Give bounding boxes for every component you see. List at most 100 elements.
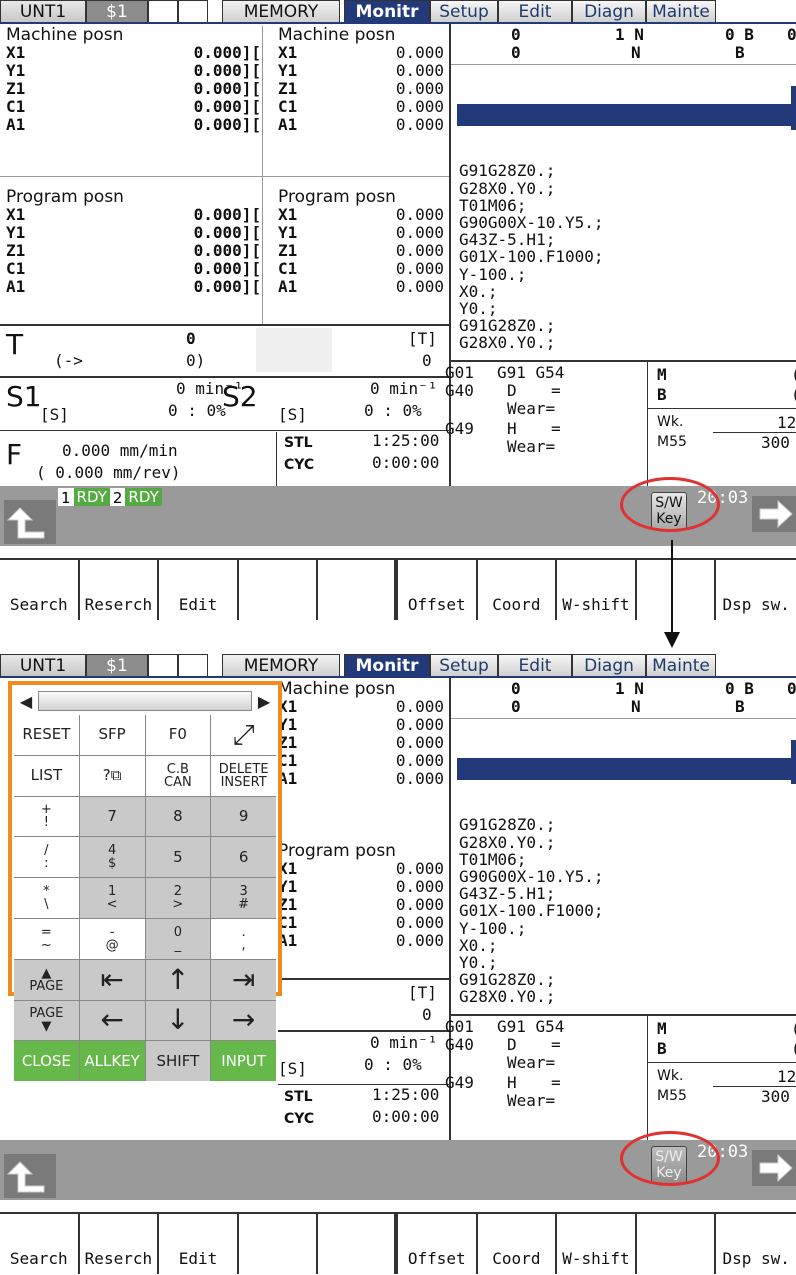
fkey-reserch[interactable]: Reserch [80, 560, 160, 620]
tab-blank-2 [178, 654, 208, 676]
tab-edit[interactable]: Edit [498, 654, 572, 676]
key---[interactable]: - @ [79, 918, 145, 959]
fkey-dsp-sw[interactable]: Dsp sw. [716, 560, 796, 620]
tab-edit[interactable]: Edit [498, 0, 572, 22]
fkey-coord[interactable]: Coord [478, 560, 558, 620]
tab-setup[interactable]: Setup [430, 654, 498, 676]
function-keys: Search Reserch Edit Offset Coord W-shift… [0, 558, 796, 620]
fkey-coord[interactable]: Coord [478, 1214, 558, 1274]
tab-diagn[interactable]: Diagn [572, 654, 646, 676]
key-1-[interactable]: 1 < [79, 878, 145, 918]
key--[interactable]: / : [14, 837, 79, 878]
fkey-reserch[interactable]: Reserch [80, 1214, 160, 1274]
key-page-[interactable]: PAGE ▼ [14, 1000, 79, 1041]
key-[interactable]: ⇤ [79, 959, 145, 1000]
scrollbar[interactable] [791, 86, 796, 130]
tab-monitor[interactable]: Monitr [344, 654, 430, 676]
fkey-9[interactable] [637, 560, 717, 620]
tab-mainte[interactable]: Mainte [646, 654, 716, 676]
tab-diagn[interactable]: Diagn [572, 0, 646, 22]
program-cursor [457, 104, 793, 126]
fkey-5[interactable] [318, 1214, 398, 1274]
fkey-edit[interactable]: Edit [159, 560, 239, 620]
program-posn-right: Program posn X1 0.000 Y1 0.000 Z1 0.000 C1 0… [278, 187, 444, 296]
next-arrow-button[interactable] [752, 496, 796, 532]
key-list[interactable]: LIST [14, 755, 79, 796]
key-6[interactable]: 6 [211, 837, 276, 878]
ready-indicators: 1 RDY 2 RDY [58, 488, 162, 507]
key-input[interactable]: INPUT [211, 1041, 276, 1082]
fkey-search[interactable]: Search [0, 1214, 80, 1274]
highlight-circle [620, 477, 720, 532]
tab-setup[interactable]: Setup [430, 0, 498, 22]
cnc-screen-top: UNT1 $1 MEMORY Monitr Setup Edit Diagn M… [0, 0, 796, 620]
transition-arrow-head [664, 632, 680, 648]
key-[interactable]: → [211, 1000, 276, 1041]
fkey-9[interactable] [637, 1214, 717, 1274]
key-delete-insert[interactable]: DELETE INSERT [211, 755, 276, 796]
tab-unit[interactable]: UNT1 [0, 0, 86, 22]
key-[interactable]: ↑ [145, 959, 211, 1000]
tab-system[interactable]: $1 [86, 0, 148, 22]
key--[interactable]: + ! [14, 796, 79, 837]
tab-mainte[interactable]: Mainte [646, 0, 716, 22]
fkey-offset[interactable]: Offset [398, 560, 478, 620]
fkey-w-shift[interactable]: W-shift [557, 1214, 637, 1274]
fkey-dsp-sw[interactable]: Dsp sw. [716, 1214, 796, 1274]
spindle-panel: S1 [S] 0 min⁻¹ 0 : 0% S2 [S] 0 min⁻¹ 0 :… [6, 379, 438, 424]
tab-system[interactable]: $1 [86, 654, 148, 676]
scrollbar[interactable] [791, 740, 796, 784]
modal-panel: G01 G91 G54 G40 D = Wear= G49 H = Wear= … [445, 1014, 796, 1142]
key-8[interactable]: 8 [145, 796, 211, 837]
up-arrow-button[interactable] [4, 500, 56, 544]
key-5[interactable]: 5 [145, 837, 211, 878]
program-posn-left: Program posn X1 0.000][ Y1 0.000][ Z1 0.000… [6, 187, 261, 296]
key--[interactable]: * \ [14, 878, 79, 918]
tool-panel: T 0 (-> 0) [T] 0 [6, 328, 437, 372]
key--page[interactable]: ▲ PAGE [14, 959, 79, 1000]
next-arrow-button[interactable] [752, 1150, 796, 1186]
transition-arrow [671, 540, 673, 635]
scroll-right-icon[interactable]: ▶ [252, 692, 276, 711]
key-[interactable]: ↓ [145, 1000, 211, 1041]
scroll-left-icon[interactable]: ◀ [14, 692, 38, 711]
fkey-w-shift[interactable]: W-shift [557, 560, 637, 620]
key--[interactable]: = ~ [14, 918, 79, 959]
tab-unit[interactable]: UNT1 [0, 654, 86, 676]
key-reset[interactable]: RESET [14, 715, 79, 755]
fkey-offset[interactable]: Offset [398, 1214, 478, 1274]
key-close[interactable]: CLOSE [14, 1041, 79, 1082]
key-2-[interactable]: 2 > [145, 878, 211, 918]
fkey-4[interactable] [239, 1214, 319, 1274]
key-7[interactable]: 7 [79, 796, 145, 837]
software-keyboard: ◀ ▶ RESET SFP F0 ⤢ LIST ?⧉ C.B CAN DELETE INSER… [8, 681, 282, 1082]
key-9[interactable]: 9 [211, 796, 276, 837]
keyboard-scrollbar[interactable]: ◀ ▶ [14, 689, 276, 713]
key-cb-can[interactable]: C.B CAN [145, 755, 211, 796]
key-3-[interactable]: 3 # [211, 878, 276, 918]
fkey-edit[interactable]: Edit [159, 1214, 239, 1274]
key-shift[interactable]: SHIFT [145, 1041, 211, 1082]
tab-monitor[interactable]: Monitr [344, 0, 430, 22]
key-4-[interactable]: 4 $ [79, 837, 145, 878]
key-f0[interactable]: F0 [145, 715, 211, 755]
machine-posn-right: Machine posn X1 0.000 Y1 0.000 Z1 0.000 C1 0… [278, 679, 444, 788]
fkey-5[interactable] [318, 560, 398, 620]
program-cursor [457, 758, 793, 780]
key-sfp[interactable]: SFP [79, 715, 145, 755]
fkey-search[interactable]: Search [0, 560, 80, 620]
key-[interactable]: ⇥ [211, 959, 276, 1000]
highlight-circle [620, 1131, 720, 1186]
key-0-[interactable]: 0 _ [145, 918, 211, 959]
up-arrow-button[interactable] [4, 1154, 56, 1198]
fkey-4[interactable] [239, 560, 319, 620]
feed-panel: STL 1:25:00 CYC 0:00:00 [284, 1085, 440, 1128]
key--[interactable]: . , [211, 918, 276, 959]
scroll-track[interactable] [38, 691, 252, 711]
key-[interactable]: ← [79, 1000, 145, 1041]
modal-panel: G01 G91 G54 G40 D = Wear= G49 H = Wear= … [445, 360, 796, 488]
resize-icon[interactable]: ⤢ [211, 715, 276, 755]
mode-memory: MEMORY [222, 0, 340, 22]
help-icon[interactable]: ?⧉ [79, 755, 145, 796]
key-allkey[interactable]: ALLKEY [79, 1041, 145, 1082]
